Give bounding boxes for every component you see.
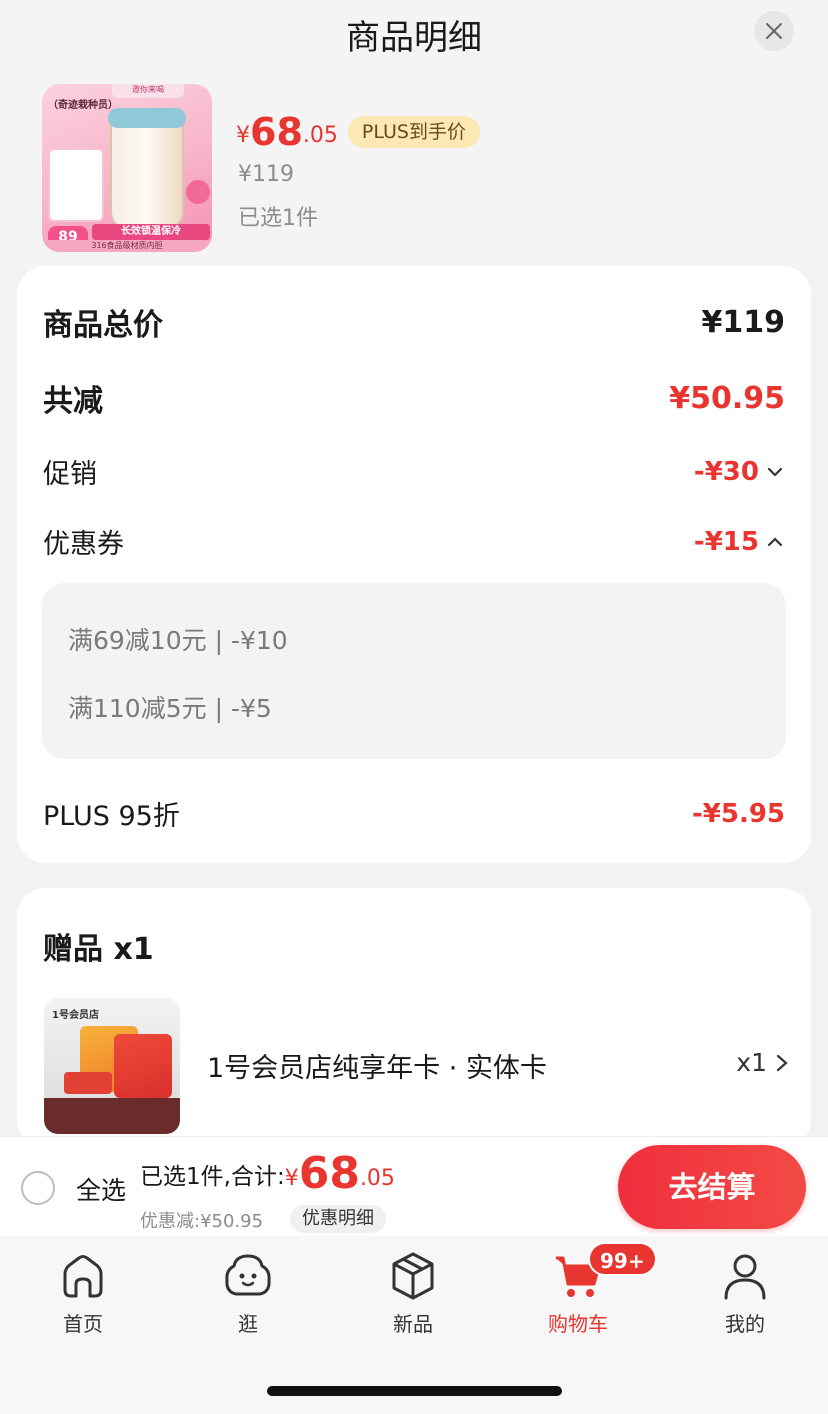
- total-currency: ¥: [284, 1166, 299, 1191]
- promo-row[interactable]: 促销 -¥30: [43, 452, 785, 491]
- plus-discount-row: PLUS 95折 -¥5.95: [43, 794, 785, 833]
- coupon-label: 优惠券: [43, 529, 124, 560]
- gift-name[interactable]: 1号会员店纯享年卡 · 实体卡: [207, 1046, 547, 1085]
- coupon-item: 满69减10元 | -¥10: [68, 626, 288, 655]
- coupon-item: 满110减5元 | -¥5: [68, 694, 272, 723]
- close-icon[interactable]: [765, 22, 783, 40]
- tab-home[interactable]: 首页: [23, 1250, 143, 1337]
- total-price-value: ¥119: [701, 304, 786, 340]
- cart-badge: 99+: [588, 1242, 657, 1276]
- plus-price-badge: PLUS到手价: [347, 116, 480, 148]
- checkout-bar: 全选 已选1件,合计: ¥ 68 .05 优惠减:¥50.95 优惠明细 去结算: [0, 1136, 828, 1236]
- total-price-label: 商品总价: [43, 308, 163, 343]
- plus-discount-value: -¥5.95: [691, 798, 785, 829]
- price-decimal: .05: [302, 123, 338, 148]
- coupon-value[interactable]: -¥15: [694, 527, 785, 557]
- tab-label: 逛: [238, 1312, 258, 1336]
- profile-icon: [724, 1254, 766, 1300]
- home-indicator: [267, 1386, 562, 1396]
- discount-text: 优惠减:¥50.95: [140, 1211, 264, 1232]
- total-decimal: .05: [359, 1166, 395, 1191]
- tab-cart[interactable]: 99+ 购物车: [518, 1242, 657, 1337]
- price-currency: ¥: [236, 123, 250, 148]
- gift-card: 赠品 x1 1号会员店 1号会员店纯享年卡 · 实体卡 x1: [17, 888, 811, 1148]
- gift-title: 赠品 x1: [43, 932, 154, 967]
- thumb-promo-card: [48, 148, 104, 222]
- checkout-total: 已选1件,合计: ¥ 68 .05: [140, 1151, 395, 1197]
- select-all-radio[interactable]: [21, 1171, 55, 1205]
- explore-icon: [225, 1254, 271, 1296]
- new-icon: [392, 1252, 434, 1300]
- price-integer: 68: [250, 110, 303, 154]
- total-prefix: 已选1件,合计:: [140, 1164, 285, 1190]
- thumb-brand: （奇迹栽种员）: [48, 100, 118, 111]
- page-title: 商品明细: [346, 18, 482, 58]
- coupon-detail-box: 满69减10元 | -¥10 满110减5元 | -¥5: [42, 583, 786, 759]
- thumb-band: 长效锁温保冷: [92, 224, 210, 240]
- gift-qty-value: x1: [736, 1048, 767, 1077]
- checkout-button[interactable]: 去结算: [618, 1145, 806, 1229]
- select-all-label[interactable]: 全选: [76, 1171, 126, 1207]
- original-price: ¥119: [238, 162, 294, 187]
- close-button[interactable]: [754, 11, 794, 51]
- discount-detail-button[interactable]: 优惠明细: [290, 1205, 386, 1233]
- total-reduce-row: 共减 ¥50.95: [43, 376, 785, 420]
- gift-qty[interactable]: x1: [736, 1048, 789, 1077]
- tab-label: 我的: [725, 1312, 765, 1336]
- promo-amount: -¥30: [693, 456, 759, 487]
- total-price-row: 商品总价 ¥119: [43, 300, 785, 344]
- tab-label: 购物车: [548, 1312, 608, 1336]
- home-icon: [63, 1255, 103, 1298]
- thumb-footer: 316食品级材质内胆: [42, 240, 212, 252]
- thumb-charm: [186, 180, 210, 204]
- tab-explore[interactable]: 逛: [188, 1250, 308, 1337]
- total-reduce-value: ¥50.95: [669, 380, 785, 416]
- selected-count: 已选1件: [238, 206, 318, 231]
- gift-logo: 1号会员店: [52, 1010, 99, 1021]
- product-price: ¥ 68 .05 PLUS到手价: [236, 112, 480, 152]
- chevron-down-icon[interactable]: [765, 462, 785, 482]
- gift-thumbnail[interactable]: 1号会员店: [44, 998, 180, 1134]
- tab-label: 新品: [393, 1312, 433, 1336]
- tab-new[interactable]: 新品: [353, 1250, 473, 1337]
- chevron-right-icon[interactable]: [775, 1053, 789, 1073]
- total-reduce-label: 共减: [43, 384, 103, 419]
- gift-card-image: [114, 1034, 172, 1098]
- tab-label: 首页: [63, 1312, 103, 1336]
- chevron-up-icon[interactable]: [765, 532, 785, 552]
- thumb-cup: [110, 110, 184, 230]
- product-thumbnail[interactable]: 邀你来喝 （奇迹栽种员） 89 长效锁温保冷 316食品级材质内胆: [42, 84, 212, 252]
- price-summary-card: 商品总价 ¥119 共减 ¥50.95 促销 -¥30 优惠券 -¥15 满69…: [17, 266, 811, 863]
- gift-band: [44, 1098, 180, 1134]
- promo-label: 促销: [43, 459, 97, 490]
- coupon-row[interactable]: 优惠券 -¥15: [43, 522, 785, 561]
- thumb-cup-lid: [108, 108, 186, 128]
- coupon-amount: -¥15: [693, 526, 759, 557]
- tab-profile[interactable]: 我的: [685, 1250, 805, 1337]
- total-integer: 68: [298, 1148, 360, 1199]
- gift-card-image: [64, 1072, 112, 1094]
- promo-value[interactable]: -¥30: [694, 457, 785, 487]
- thumb-tag: 邀你来喝: [112, 84, 184, 98]
- plus-discount-label: PLUS 95折: [43, 801, 180, 832]
